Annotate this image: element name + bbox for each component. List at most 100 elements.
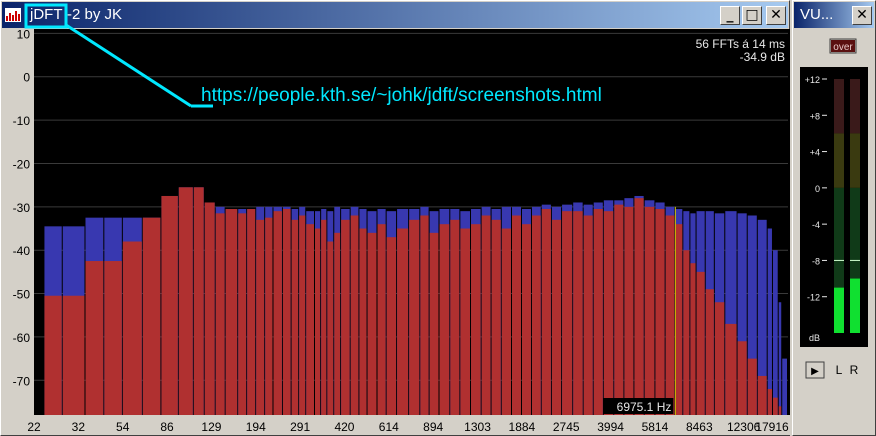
vu-scale-label: -8: [812, 256, 820, 266]
vu-scale-label: +8: [810, 111, 820, 121]
level-bar: [291, 219, 299, 415]
vu-scale-label: -4: [812, 220, 820, 230]
level-bar: [491, 219, 501, 415]
y-tick-label: -50: [13, 288, 31, 302]
annotation-url: https://people.kth.se/~johk/jdft/screens…: [201, 85, 602, 106]
vu-level-R: [850, 278, 860, 333]
x-tick-label: 5814: [642, 420, 669, 434]
level-bar: [481, 215, 491, 415]
vu-scale-label: dB: [809, 333, 820, 343]
x-tick-label: 54: [116, 420, 130, 434]
level-bar: [193, 187, 204, 415]
level-bar: [541, 208, 551, 415]
level-bar: [204, 202, 215, 415]
level-bar: [62, 295, 85, 415]
level-bar: [315, 228, 321, 415]
level-bar: [367, 232, 377, 415]
peak-bar: [782, 358, 787, 415]
level-bar: [359, 228, 367, 415]
annotation-overlay: https://people.kth.se/~johk/jdft/screens…: [24, 3, 602, 108]
level-bar: [225, 208, 238, 415]
vu-meter-window: VU... ✕ over +12 +8 +4 0 -4 -8 -12 dB ▶ L R: [792, 0, 876, 436]
play-icon: ▶: [811, 366, 819, 377]
level-bar: [747, 358, 757, 415]
left-channel-label: L: [836, 363, 843, 377]
level-bar: [521, 224, 531, 415]
level-bar: [409, 219, 420, 415]
level-bar: [471, 224, 481, 415]
level-bar: [161, 195, 178, 415]
level-bar: [85, 261, 104, 415]
x-tick-label: 2745: [553, 420, 580, 434]
x-tick-label: 17916: [755, 420, 789, 434]
vu-meter-panel: over +12 +8 +4 0 -4 -8 -12 dB ▶ L R: [800, 38, 868, 379]
y-tick-label: -20: [13, 157, 31, 171]
level-bar: [299, 215, 306, 415]
level-bar: [624, 206, 634, 415]
jdft-window: jDFT -2 by JK _ □ ✕ 10 0 -10 -20 -30 -40 -50 -6…: [0, 0, 790, 436]
y-tick-label: -60: [13, 331, 31, 345]
level-bar: [439, 224, 450, 415]
level-bar: [327, 241, 334, 415]
level-bar: [104, 261, 122, 415]
level-bar: [603, 211, 614, 415]
vu-scale-label: -12: [807, 293, 820, 303]
level-bar: [531, 215, 541, 415]
x-tick-label: 194: [246, 420, 266, 434]
level-bar: [614, 204, 624, 415]
level-bar: [321, 219, 327, 415]
level-bar: [593, 208, 603, 415]
y-tick-label: -70: [13, 374, 31, 388]
level-bar: [714, 302, 725, 415]
level-bar: [767, 388, 772, 415]
y-tick-label: -30: [13, 201, 31, 215]
level-bar: [665, 215, 675, 415]
level-bar: [341, 219, 350, 415]
vu-close-button[interactable]: ✕: [852, 6, 872, 25]
level-bar: [273, 211, 282, 415]
title-highlight-box: [24, 3, 68, 29]
level-bar: [778, 406, 782, 415]
level-bar: [420, 215, 429, 415]
level-bar: [377, 224, 386, 415]
y-tick-label: -40: [13, 244, 31, 258]
level-bar: [334, 232, 341, 415]
cursor-frequency-label: 6975.1 Hz: [617, 400, 672, 414]
level-bar: [247, 208, 256, 415]
level-bar: [256, 219, 265, 415]
over-indicator[interactable]: over: [833, 42, 853, 53]
level-bar: [551, 219, 562, 415]
peak-bar: [767, 228, 772, 415]
peak-bar: [772, 250, 778, 415]
x-tick-label: 86: [160, 420, 174, 434]
level-bar: [644, 206, 655, 415]
level-bar: [386, 237, 397, 415]
x-tick-label: 1303: [464, 420, 491, 434]
x-tick-label: 420: [334, 420, 354, 434]
x-tick-label: 1884: [509, 420, 536, 434]
level-bar: [655, 208, 665, 415]
level-bar: [238, 213, 247, 415]
level-bar: [122, 241, 142, 415]
level-bar: [460, 228, 471, 415]
x-tick-label: 22: [27, 420, 41, 434]
vu-title-bar[interactable]: VU... ✕: [794, 2, 874, 28]
vu-scale-label: 0: [815, 184, 820, 194]
level-bar: [265, 217, 273, 415]
x-tick-label: 291: [290, 420, 310, 434]
vu-window-title: VU...: [800, 6, 834, 23]
level-bar: [696, 271, 705, 415]
x-tick-label: 32: [72, 420, 86, 434]
vu-level-L: [834, 287, 844, 333]
vu-scale-label: +4: [810, 148, 820, 158]
level-bar: [282, 208, 291, 415]
level-bar: [583, 215, 593, 415]
level-bar: [772, 397, 778, 415]
level-bar: [705, 289, 714, 415]
right-channel-label: R: [850, 363, 859, 377]
x-tick-label: 894: [423, 420, 443, 434]
level-bar: [501, 228, 511, 415]
level-bar: [757, 375, 767, 415]
level-bar: [562, 211, 573, 415]
level-bar: [350, 215, 359, 415]
